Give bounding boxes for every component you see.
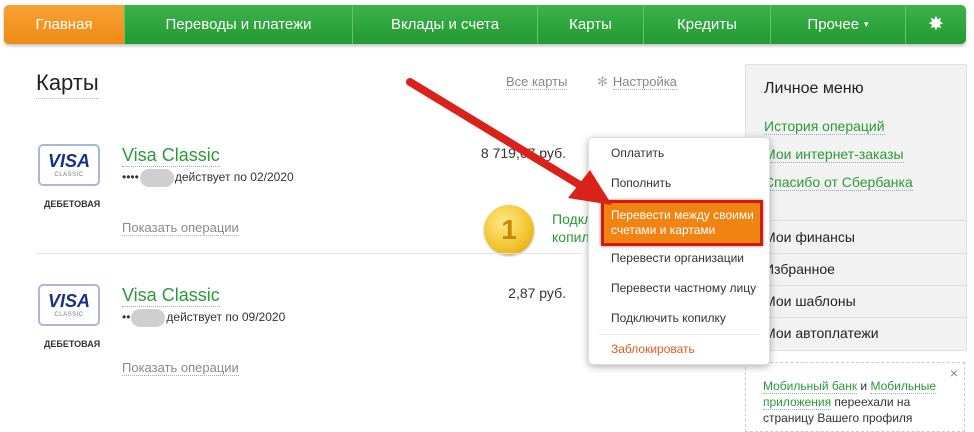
nav-credits[interactable]: Кредиты — [643, 5, 770, 44]
gear-icon: ✻ — [597, 74, 608, 89]
divider — [746, 317, 966, 318]
nav-home[interactable]: Главная — [4, 5, 124, 44]
menu-item-block[interactable]: Заблокировать — [611, 342, 695, 356]
card-actions-dropdown: Оплатить Пополнить Перевести между своим… — [588, 137, 770, 365]
all-cards-link[interactable]: Все карты — [506, 74, 568, 90]
show-operations-link[interactable]: Показать операции — [122, 360, 239, 376]
notice-box: × Мобильный банк и Мобильные приложения … — [745, 362, 965, 432]
divider — [746, 285, 966, 286]
nav-cards[interactable]: Карты — [537, 5, 643, 44]
top-nav: Главная Переводы и платежи Вклады и счет… — [4, 5, 966, 44]
divider — [746, 220, 966, 221]
autopayments-item[interactable]: Мои автоплатежи — [764, 325, 879, 341]
orders-link[interactable]: Мои интернет-заказы — [764, 146, 904, 163]
mobile-bank-link[interactable]: Мобильный банк — [763, 379, 858, 394]
divider — [746, 253, 966, 254]
menu-item-transfer-org[interactable]: Перевести организации — [611, 251, 744, 265]
card-balance: 8 719,67 руб. — [480, 145, 566, 161]
history-link[interactable]: История операций — [764, 118, 885, 135]
divider — [36, 253, 582, 254]
visa-logo: VISA CLASSIC — [38, 284, 100, 326]
promo-link[interactable]: Подкл — [552, 211, 592, 227]
spasibo-link[interactable]: Спасибо от Сбербанка — [764, 174, 913, 191]
card-name-link[interactable]: Visa Classic — [122, 145, 220, 167]
nav-transfers[interactable]: Переводы и платежи — [124, 5, 352, 44]
promo-link[interactable]: копил — [552, 229, 590, 245]
gear-icon: ✸ — [928, 14, 944, 35]
card-number: •• действует по 09/2020 — [122, 309, 285, 327]
visa-logo: VISA CLASSIC — [38, 144, 100, 186]
page-title: Карты — [36, 70, 99, 99]
menu-item-transfer-person[interactable]: Перевести частному лицу — [611, 281, 756, 295]
favorites-item[interactable]: Избранное — [764, 261, 835, 277]
notice-text: Мобильный банк и Мобильные приложения пе… — [763, 379, 937, 425]
card-type: ДЕБЕТОВАЯ — [44, 339, 101, 349]
masked-number — [131, 309, 166, 327]
caret-down-icon: ▾ — [864, 19, 869, 29]
nav-deposits[interactable]: Вклады и счета — [352, 5, 537, 44]
my-finances-item[interactable]: Мои финансы — [764, 229, 855, 245]
templates-item[interactable]: Мои шаблоны — [764, 293, 856, 309]
settings-link[interactable]: ✻ Настройка — [597, 74, 677, 90]
card-name-link[interactable]: Visa Classic — [122, 285, 220, 307]
card-type: ДЕБЕТОВАЯ — [44, 199, 101, 209]
personal-menu: Личное меню История операций Мои интерне… — [745, 64, 967, 351]
divider — [599, 334, 759, 335]
masked-number — [139, 169, 174, 187]
menu-item-transfer-own[interactable]: Перевести между своими счетами и картами — [601, 200, 763, 246]
menu-item-topup[interactable]: Пополнить — [611, 176, 671, 190]
coin-icon: 1 — [484, 205, 534, 255]
panel-title: Личное меню — [764, 80, 864, 97]
show-operations-link[interactable]: Показать операции — [122, 220, 239, 236]
card-balance: 2,87 руб. — [508, 285, 566, 301]
menu-item-pay[interactable]: Оплатить — [611, 146, 664, 160]
nav-other[interactable]: Прочее ▾ — [770, 5, 905, 44]
card-number: •••• действует по 02/2020 — [122, 169, 294, 187]
nav-settings[interactable]: ✸ — [905, 5, 966, 44]
menu-item-piggybank[interactable]: Подключить копилку — [611, 311, 726, 325]
